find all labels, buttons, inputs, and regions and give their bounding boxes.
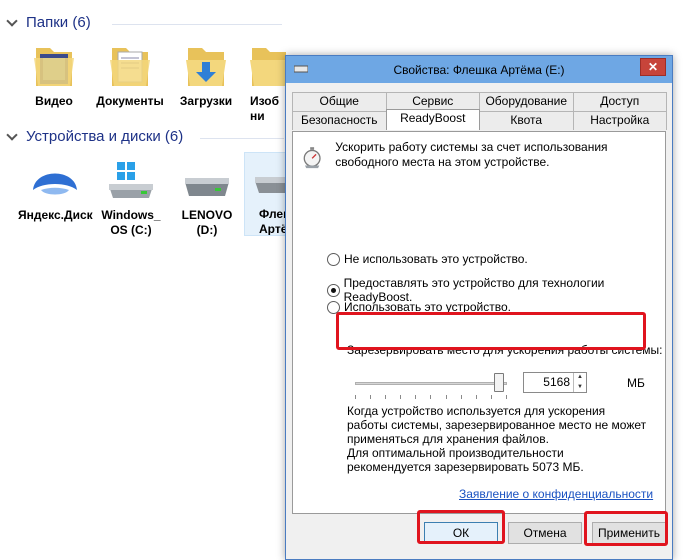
collapse-chevron-icon[interactable] — [6, 15, 18, 27]
reserve-size-value: 5168 — [543, 375, 570, 389]
radio-button-selected[interactable] — [327, 283, 340, 297]
radio-label: Использовать это устройство. — [344, 300, 511, 314]
dialog-title: Свойства: Флешка Артёма (E:) — [393, 62, 565, 77]
video-folder-icon — [34, 48, 74, 86]
flash-drive-icon — [255, 177, 287, 193]
radio-button[interactable] — [327, 252, 340, 266]
close-button[interactable]: ✕ — [640, 58, 666, 76]
reserve-label: Зарезервировать место для ускорения рабо… — [347, 343, 663, 357]
tab-sharing[interactable]: Доступ — [572, 92, 667, 111]
spin-buttons: ▲ ▼ — [573, 373, 586, 392]
folder-documents[interactable]: Документы — [94, 40, 166, 109]
folders-divider — [112, 24, 282, 25]
spin-up-icon[interactable]: ▲ — [574, 373, 586, 383]
tab-readyboost[interactable]: ReadyBoost — [385, 109, 480, 130]
readyboost-panel: Ускорить работу системы за счет использо… — [292, 131, 666, 514]
device-flash[interactable]: Флеш Артём — [244, 152, 288, 236]
device-windows-os[interactable]: Windows_ OS (C:) — [94, 160, 168, 238]
pictures-folder-icon — [250, 48, 286, 86]
tab-quota[interactable]: Квота — [479, 111, 574, 130]
folder-pictures[interactable]: Изоб ни — [246, 40, 286, 124]
cancel-button[interactable]: Отмена — [508, 522, 582, 544]
intro-text: Ускорить работу системы за счет использо… — [335, 140, 608, 169]
slider-track[interactable] — [355, 382, 507, 385]
slider-ticks — [355, 395, 507, 399]
windows-drive-icon — [109, 162, 153, 198]
hard-drive-icon — [185, 178, 229, 196]
close-icon: ✕ — [647, 60, 659, 74]
tab-customize[interactable]: Настройка — [572, 111, 667, 130]
folder-video[interactable]: Видео — [18, 40, 90, 109]
stopwatch-icon — [303, 147, 321, 169]
reserve-size-input[interactable]: 5168 ▲ ▼ — [523, 372, 587, 393]
device-label: Windows_ OS (C:) — [101, 208, 161, 237]
devices-divider — [200, 138, 284, 139]
unit-label: МБ — [627, 376, 645, 390]
tab-hardware[interactable]: Оборудование — [479, 92, 574, 111]
usage-description: Когда устройство используется для ускоре… — [347, 404, 647, 446]
privacy-link[interactable]: Заявление о конфиденциальности — [459, 487, 653, 501]
radio-button[interactable] — [327, 300, 340, 314]
collapse-chevron-icon[interactable] — [6, 129, 18, 141]
yandex-disk-icon — [33, 173, 77, 195]
downloads-folder-icon — [186, 48, 226, 86]
device-label: LENOVO (D:) — [181, 208, 233, 237]
dialog-titlebar[interactable]: Свойства: Флешка Артёма (E:) ✕ — [286, 56, 672, 83]
device-label: Флеш Артём — [259, 207, 287, 236]
device-yandex-disk[interactable]: Яндекс.Диск — [18, 160, 93, 223]
spin-down-icon[interactable]: ▼ — [574, 383, 586, 393]
documents-folder-icon — [110, 48, 150, 86]
tab-row-front: Безопасность ReadyBoost Квота Настройка — [292, 109, 667, 130]
folder-label: Изоб ни — [250, 94, 280, 123]
tab-strip: Общие Сервис Оборудование Доступ Безопас… — [292, 92, 667, 130]
folder-downloads[interactable]: Загрузки — [170, 40, 242, 109]
device-label: Яндекс.Диск — [18, 208, 93, 222]
recommendation-text: Для оптимальной производительности реком… — [347, 446, 584, 474]
device-lenovo[interactable]: LENOVO (D:) — [170, 160, 244, 238]
tab-general[interactable]: Общие — [292, 92, 387, 111]
folder-label: Видео — [35, 94, 73, 108]
reserve-slider-row: 5168 ▲ ▼ МБ — [347, 372, 652, 399]
radio-use-device[interactable]: Использовать это устройство. — [327, 300, 511, 314]
apply-button[interactable]: Применить — [592, 522, 666, 544]
ok-button[interactable]: ОК — [424, 522, 498, 544]
radio-label: Не использовать это устройство. — [344, 252, 528, 266]
folder-label: Загрузки — [179, 94, 233, 108]
devices-group-header[interactable]: Устройства и диски (6) — [6, 128, 184, 145]
folder-label: Документы — [96, 94, 164, 108]
radio-do-not-use[interactable]: Не использовать это устройство. — [327, 252, 528, 266]
folders-header-label: Папки (6) — [26, 14, 91, 31]
description-text: Когда устройство используется для ускоре… — [347, 404, 647, 474]
devices-header-label: Устройства и диски (6) — [26, 128, 184, 145]
intro-section: Ускорить работу системы за счет использо… — [301, 140, 656, 174]
folders-group-header[interactable]: Папки (6) — [6, 14, 91, 31]
tab-security[interactable]: Безопасность — [292, 111, 387, 130]
slider-thumb[interactable] — [494, 373, 505, 392]
properties-dialog: Свойства: Флешка Артёма (E:) ✕ Общие Сер… — [285, 55, 673, 560]
